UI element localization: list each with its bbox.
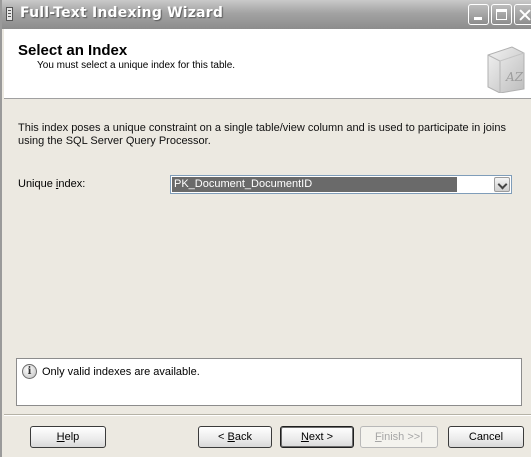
- maximize-button[interactable]: [491, 4, 512, 25]
- title-bar[interactable]: Full-Text Indexing Wizard: [2, 0, 531, 29]
- page-subtitle: You must select a unique index for this …: [37, 60, 236, 71]
- finish-button[interactable]: Finish >>|: [360, 426, 438, 448]
- close-button[interactable]: [514, 4, 531, 25]
- page-title: Select an Index: [18, 42, 128, 59]
- wizard-window: Full-Text Indexing Wizard Select an Inde…: [0, 0, 531, 457]
- svg-text:AZ: AZ: [505, 70, 524, 84]
- help-button[interactable]: Help: [30, 426, 106, 448]
- info-icon: i: [22, 364, 37, 379]
- unique-index-selected-value[interactable]: PK_Document_DocumentID: [172, 177, 457, 192]
- unique-index-dropdown[interactable]: PK_Document_DocumentID: [170, 175, 512, 194]
- index-book-icon: AZ: [487, 46, 525, 93]
- chevron-down-icon[interactable]: [494, 177, 510, 192]
- info-message-box: i Only valid indexes are available.: [16, 358, 522, 406]
- footer-divider: [4, 414, 531, 416]
- back-button[interactable]: < Back: [198, 426, 272, 448]
- minimize-button[interactable]: [468, 4, 489, 25]
- info-message: Only valid indexes are available.: [42, 366, 200, 378]
- window-title: Full-Text Indexing Wizard: [20, 5, 224, 21]
- index-description: This index poses a unique constraint on …: [18, 122, 506, 147]
- unique-index-label: Unique index:: [18, 178, 86, 190]
- wizard-header: Select an Index You must select a unique…: [4, 29, 531, 99]
- cancel-button[interactable]: Cancel: [448, 426, 524, 448]
- next-button[interactable]: Next >: [280, 426, 354, 448]
- app-icon[interactable]: [6, 7, 13, 21]
